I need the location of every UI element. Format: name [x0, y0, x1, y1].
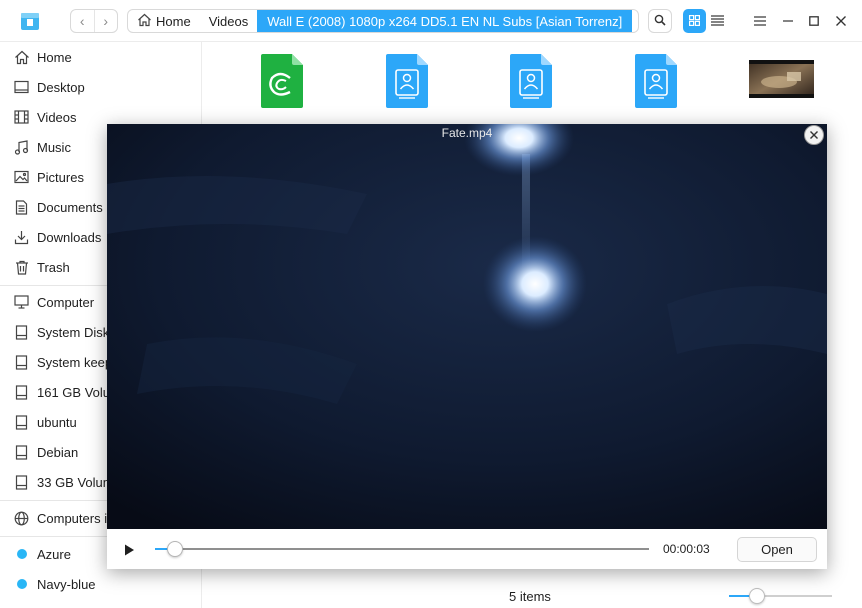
videos-icon — [13, 109, 30, 126]
sidebar-item-label: Navy-blue — [37, 576, 96, 592]
breadcrumb-current-folder[interactable]: Wall E (2008) 1080p x264 DD5.1 EN NL Sub… — [257, 10, 633, 32]
breadcrumb: Home Videos Wall E (2008) 1080p x264 DD5… — [127, 9, 639, 33]
list-view-button[interactable] — [706, 9, 729, 33]
sidebar-item-label: Trash — [37, 259, 70, 275]
maximize-button[interactable] — [802, 9, 826, 33]
tag-color-dot — [13, 576, 30, 593]
breadcrumb-home-label: Home — [156, 13, 191, 29]
sidebar-item-label: Debian — [37, 444, 79, 460]
contact-file-icon[interactable] — [634, 54, 678, 108]
sidebar-item-label: Azure — [37, 546, 71, 562]
documents-icon — [13, 199, 30, 216]
close-icon — [836, 14, 846, 29]
back-button[interactable]: ‹ — [71, 10, 95, 32]
disk-icon — [13, 414, 30, 431]
sidebar-item-label: System Disk — [37, 324, 110, 340]
desktop-icon — [13, 79, 30, 96]
view-mode-toggle — [683, 9, 729, 33]
home-icon — [13, 49, 30, 66]
hamburger-icon — [754, 14, 766, 29]
contact-file-icon[interactable] — [385, 54, 429, 108]
sidebar-item-label: Desktop — [37, 79, 85, 95]
sidebar-item-desktop[interactable]: Desktop — [0, 72, 200, 102]
sidebar-item-home[interactable]: Home — [0, 42, 200, 72]
disk-icon — [13, 354, 30, 371]
breadcrumb-videos[interactable]: Videos — [200, 10, 258, 32]
seek-bar-track[interactable] — [155, 548, 649, 550]
sidebar-item-label: ubuntu — [37, 414, 77, 430]
playback-controls: 00:00:03 Open — [107, 529, 827, 569]
playback-time: 00:00:03 — [663, 542, 710, 556]
seek-bar-handle[interactable] — [166, 541, 183, 557]
play-icon — [121, 544, 137, 561]
close-preview-button[interactable] — [804, 125, 824, 145]
disk-icon — [13, 384, 30, 401]
open-button[interactable]: Open — [737, 537, 817, 562]
search-button[interactable] — [648, 9, 672, 33]
video-thumbnail[interactable] — [749, 60, 814, 98]
pictures-icon — [13, 169, 30, 186]
video-frame: Fate.mp4 — [107, 124, 827, 529]
list-icon — [711, 14, 724, 29]
home-icon — [137, 13, 152, 30]
sidebar-item-label: Documents — [37, 199, 103, 215]
file-manager-app-icon — [19, 10, 41, 32]
disk-icon — [13, 324, 30, 341]
sidebar-tag-navy-blue[interactable]: Navy-blue — [0, 569, 200, 599]
search-icon — [654, 14, 666, 29]
music-icon — [13, 139, 30, 156]
breadcrumb-home[interactable]: Home — [128, 10, 200, 32]
sidebar-item-label: 33 GB Volum — [37, 474, 114, 490]
sidebar-item-label: System keep — [37, 354, 113, 370]
close-window-button[interactable] — [829, 9, 853, 33]
tag-color-dot — [13, 546, 30, 563]
forward-button[interactable]: › — [95, 10, 118, 32]
sidebar-item-label: Videos — [37, 109, 77, 125]
minimize-icon — [783, 14, 793, 29]
sidebar-item-label: Downloads — [37, 229, 102, 245]
disk-icon — [13, 474, 30, 491]
maximize-icon — [809, 14, 819, 29]
contact-file-icon[interactable] — [509, 54, 553, 108]
close-icon — [810, 131, 818, 139]
sidebar-item-label: Home — [37, 49, 72, 65]
trash-icon — [13, 259, 30, 276]
play-button[interactable] — [121, 542, 137, 558]
video-preview-dialog: Fate.mp4 00:00:03 Open — [107, 124, 827, 569]
minimize-button[interactable] — [776, 9, 800, 33]
sidebar-item-label: Computer — [37, 294, 95, 310]
downloads-icon — [13, 229, 30, 246]
status-bar-item-count: 5 items — [509, 589, 551, 604]
title-bar: ‹ › Home Videos Wall E (2008) 1080p x264… — [0, 0, 862, 42]
disk-icon — [13, 444, 30, 461]
sidebar-item-label: Computers i — [37, 510, 108, 526]
computer-icon — [13, 294, 30, 311]
main-menu-button[interactable] — [748, 9, 772, 33]
sidebar-item-label: Pictures — [37, 169, 84, 185]
sidebar-item-label: Music — [37, 139, 71, 155]
network-icon — [13, 510, 30, 527]
navigation-buttons: ‹ › — [70, 9, 118, 33]
torrent-file-icon[interactable] — [260, 54, 304, 108]
icon-size-slider-handle[interactable] — [748, 588, 765, 604]
preview-file-title: Fate.mp4 — [441, 126, 493, 140]
grid-icon — [689, 14, 701, 29]
icon-view-button[interactable] — [683, 9, 706, 33]
